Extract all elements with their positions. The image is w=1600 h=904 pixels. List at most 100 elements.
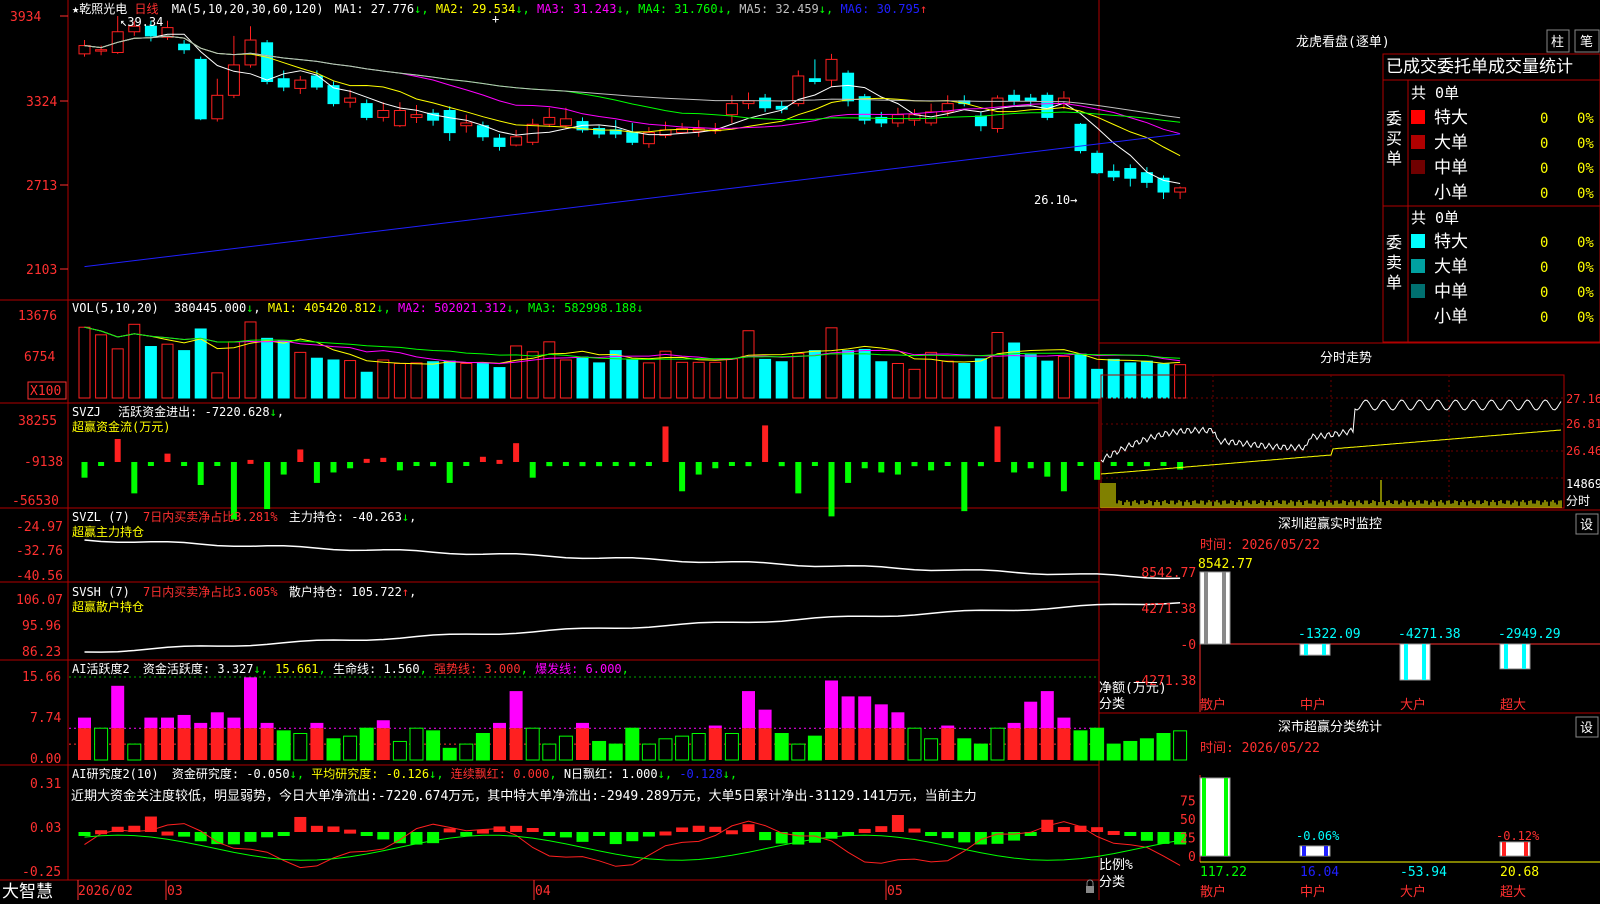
svzj-bar [1027, 462, 1034, 469]
svzj-bar [247, 459, 254, 464]
svzj-bar [363, 458, 370, 463]
svzj-bar [911, 462, 918, 467]
order-swatch [1411, 160, 1425, 174]
buy-side-label: 委买单 [1386, 109, 1402, 168]
order-pct: 0% [1577, 285, 1594, 301]
ai-bar-burst [1024, 701, 1038, 729]
research-legend-3: 连续飘红: 0.000 [444, 766, 550, 781]
order-count: 0 [1540, 235, 1548, 251]
volume-bar [1124, 362, 1137, 399]
stats-top-label: -0.06% [1296, 829, 1340, 843]
svsh-header: SVSH (7) 7日内买卖净占比3.605% 散户持仓: 105.722↑, [72, 584, 416, 599]
research-bar [1091, 827, 1104, 832]
order-count: 0 [1540, 186, 1548, 202]
svzj-bar [181, 462, 188, 466]
candle-body [1041, 94, 1054, 118]
order-count: 0 [1540, 111, 1548, 127]
svzj-bar [1110, 462, 1117, 466]
ai-bar-burst [244, 677, 257, 729]
volume-bar [377, 359, 390, 399]
monitor-title: 深圳超赢实时监控 [1278, 516, 1382, 532]
lock-icon[interactable] [1086, 886, 1094, 893]
monitor-bar-stripe [1404, 644, 1408, 680]
volume-bar [476, 362, 489, 399]
ai-bar [392, 740, 407, 761]
ai-bar-burst [227, 717, 241, 729]
svzj-bar [828, 462, 835, 517]
volume-bar [875, 361, 888, 399]
research-bar [709, 826, 722, 832]
side-char: 买 [1386, 129, 1402, 148]
svzj-bar [496, 459, 503, 464]
ai-bar [675, 735, 690, 761]
volume-bar [725, 358, 738, 399]
volume-bar [1074, 353, 1087, 399]
volume-bar [78, 326, 91, 399]
vol-tick-2: 6754 [24, 350, 55, 365]
sell-side-label: 委卖单 [1386, 233, 1402, 292]
stats-category: 大户 [1400, 884, 1426, 900]
research-bar [227, 832, 240, 845]
monitor-category: 大户 [1400, 697, 1426, 713]
research-bar [78, 832, 91, 836]
candle-body [759, 97, 772, 109]
research-bar [593, 832, 606, 836]
volume-bar [1174, 364, 1187, 399]
ai-bar [625, 727, 640, 761]
candle-body [808, 78, 821, 82]
stats-bar-stripe [1202, 778, 1206, 856]
svzj-bar [1060, 462, 1067, 492]
volume-bar [709, 361, 722, 399]
research-bar [759, 832, 772, 841]
monitor-category: 中户 [1300, 697, 1326, 713]
svzj-bar [330, 462, 337, 473]
svzj-bar [861, 462, 868, 469]
intraday-tick-2: 26.81 [1566, 417, 1600, 431]
stats-cat-label: 分类 [1099, 875, 1125, 890]
monitor-category: 散户 [1200, 697, 1226, 713]
ma-legend: MA1: 27.776↓, MA2: 29.534↓, MA3: 31.243↓… [335, 2, 928, 16]
svzj-bar [297, 449, 304, 462]
volume-bar [244, 321, 257, 399]
candle-body [460, 122, 473, 127]
svzj-bar [961, 462, 968, 512]
ai-research-comment: 近期大资金关注度较低，明显弱势，今日大单净流出:-7220.674万元，其中特大… [71, 788, 977, 804]
ai-bar-strong [177, 728, 191, 760]
candle-body [543, 116, 556, 125]
volume-bar [908, 368, 921, 399]
candle-body [261, 42, 274, 82]
monitor-y-tick: 8542.77 [1141, 566, 1196, 581]
research-bar [344, 829, 357, 834]
monitor-value-label: -2949.29 [1498, 627, 1561, 642]
ai-active-header: AI活跃度2 资金活跃度: 3.327↓, 15.661, 生命线: 1.560… [72, 661, 629, 676]
volume-bar [642, 362, 655, 399]
ai-bar [359, 727, 374, 761]
research-bar [443, 828, 456, 833]
ai-tick-2: 7.74 [30, 711, 61, 726]
svzj-bar [845, 462, 852, 483]
svzj-bar [762, 425, 769, 462]
candle-body [825, 58, 838, 81]
volume-bar [95, 334, 108, 399]
stats-category: 中户 [1300, 884, 1326, 900]
period-label: 日线 [134, 2, 158, 16]
svzj-bar [313, 462, 320, 483]
svzj-bar [596, 462, 603, 467]
ai-bar [791, 743, 806, 761]
volume-bar [128, 323, 141, 399]
research-bar [277, 832, 290, 836]
ai-bar [94, 727, 109, 761]
research-bar [294, 816, 307, 832]
svzj-bar [147, 462, 154, 466]
order-type-label: 中单 [1434, 158, 1468, 178]
stats-value-label: 16.04 [1300, 865, 1339, 880]
svsh-tick-1: 106.07 [16, 593, 63, 608]
order-type-label: 中单 [1434, 282, 1468, 302]
candle-panel-header: ★乾照光电 日线 MA(5,10,20,30,60,120) MA1: 27.7… [72, 2, 927, 16]
monitor-value-label: 8542.77 [1198, 557, 1253, 572]
research-bar [725, 830, 738, 835]
order-pct: 0% [1577, 260, 1594, 276]
ai-bar-burst [260, 722, 274, 729]
svzj-bar [463, 462, 470, 466]
candle-body [443, 110, 456, 134]
